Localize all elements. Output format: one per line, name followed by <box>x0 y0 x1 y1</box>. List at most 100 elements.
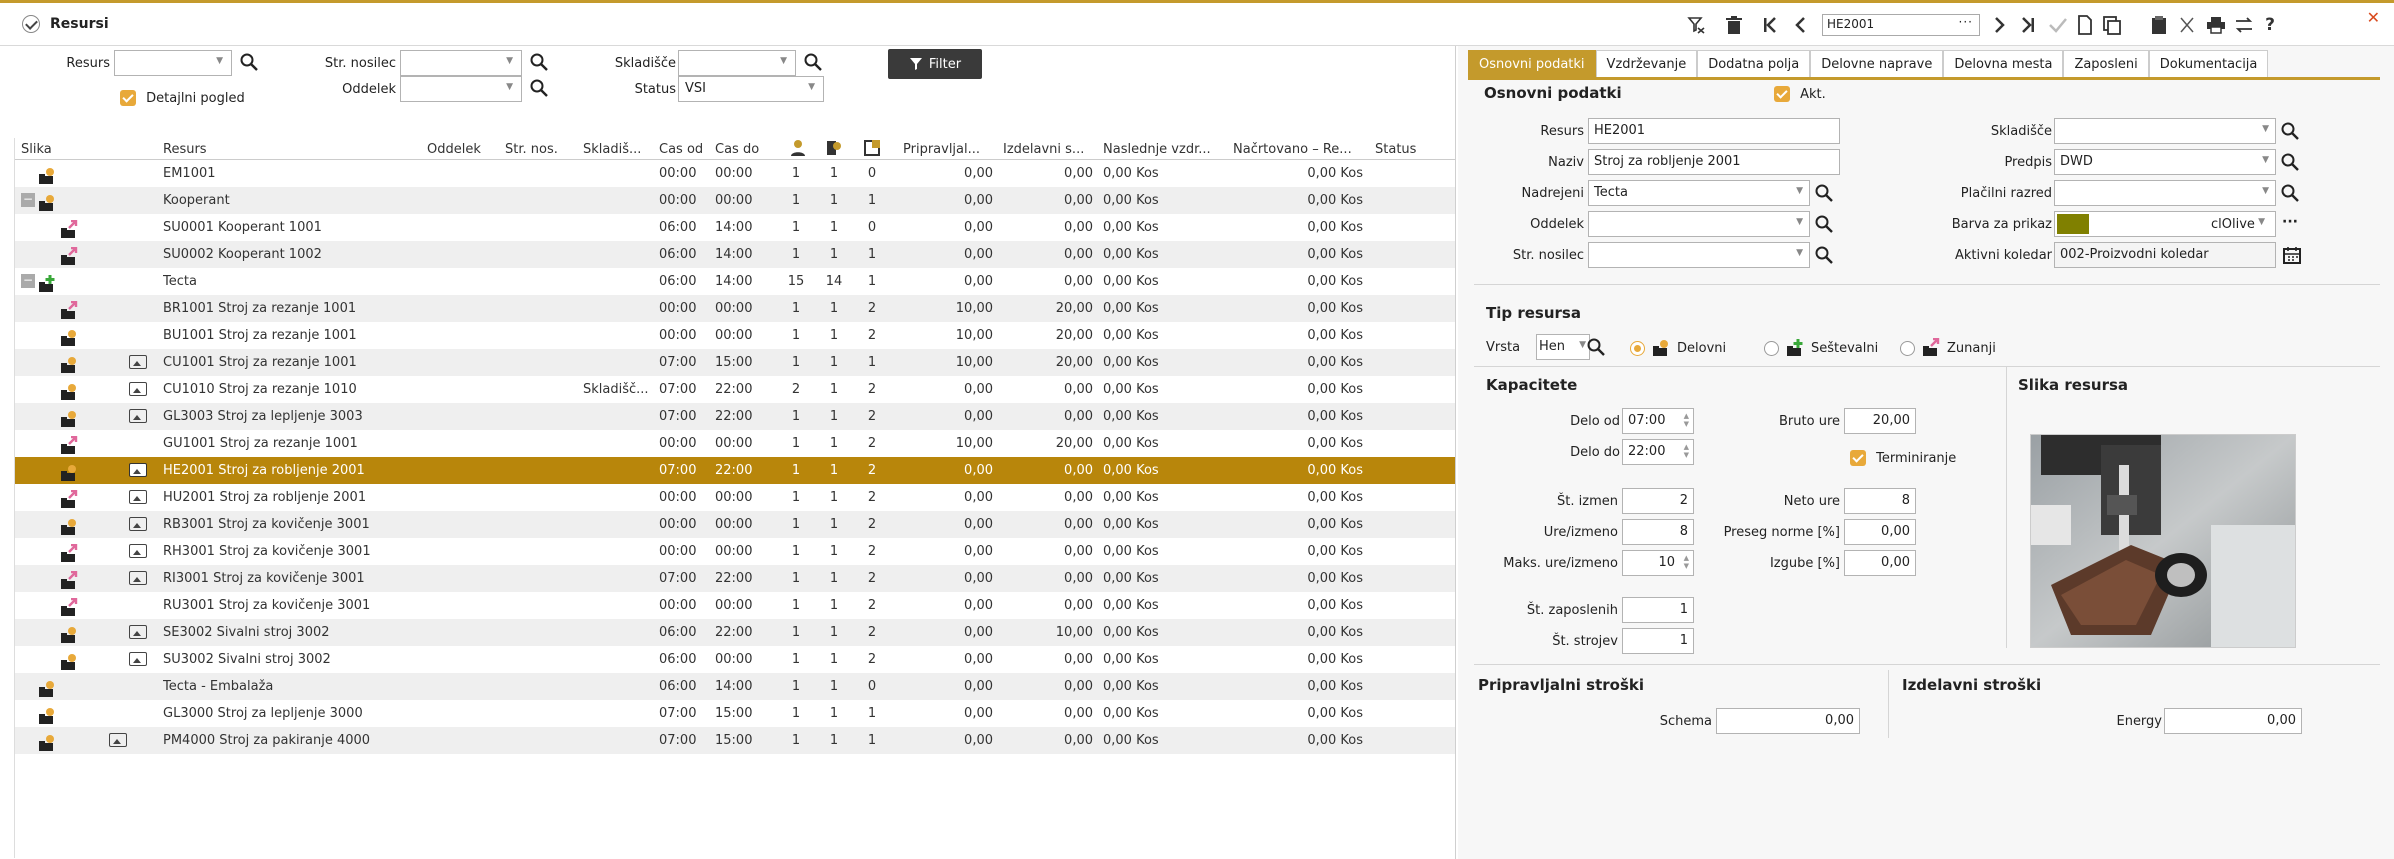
search-icon[interactable] <box>1586 337 1606 357</box>
table-row[interactable]: BR1001 Stroj za rezanje 1001 00:00 00:00 1 1… <box>15 295 1455 322</box>
calendar-icon[interactable] <box>2282 245 2302 265</box>
table-row[interactable]: GL3003 Stroj za lepljenje 3003 07:00 22:00… <box>15 403 1455 430</box>
table-row[interactable]: PM4000 Stroj za pakiranje 4000 07:00 15:00… <box>15 727 1455 754</box>
radio-selected-icon[interactable] <box>1630 340 1645 356</box>
chevron-down-icon[interactable]: ▼ <box>1579 340 1586 350</box>
first-record-icon[interactable] <box>1760 11 1780 39</box>
help-icon[interactable]: ? <box>2260 11 2280 39</box>
radio-delovni[interactable]: Delovni <box>1630 338 1726 358</box>
vrsta-field[interactable]: Hen ▼ <box>1536 334 1590 360</box>
col-cas-od[interactable]: Čas od <box>659 142 711 157</box>
table-row[interactable]: CU1010 Stroj za rezanje 1010 Skladišč... 0… <box>15 376 1455 403</box>
tab-zaposleni[interactable]: Zaposleni <box>2063 50 2149 77</box>
chevron-down-icon[interactable]: ▼ <box>1796 217 1803 227</box>
chevron-down-icon[interactable]: ▼ <box>2258 217 2265 227</box>
detajlni-pogled-checkbox[interactable]: Detajlni pogled <box>120 90 245 106</box>
collapse-icon[interactable]: − <box>21 274 35 288</box>
filter-oddelek-input[interactable]: ▼ <box>400 76 548 102</box>
chevron-down-icon[interactable]: ▼ <box>2262 124 2269 134</box>
tab-dokumentacija[interactable]: Dokumentacija <box>2148 50 2269 77</box>
checkbox-checked-icon[interactable] <box>1850 450 1866 466</box>
col-status[interactable]: Status <box>1375 142 1435 157</box>
nadrejeni-field[interactable]: Tecta ▼ <box>1588 180 1810 206</box>
tab-delovna-mesta[interactable]: Delovna mesta <box>1943 50 2064 77</box>
col-nacrtovano[interactable]: Načrtovano – Re... <box>1233 142 1357 157</box>
aktivni-koledar-field[interactable]: 002-Proizvodni koledar <box>2054 242 2276 268</box>
maks-ure-field[interactable]: 10 ▲ ▼ <box>1622 550 1694 576</box>
image-icon[interactable] <box>129 382 147 396</box>
st-zaposlenih-field[interactable]: 1 <box>1622 597 1694 623</box>
schema-field[interactable]: 0,00 <box>1716 708 1860 734</box>
table-row[interactable]: CU1001 Stroj za rezanje 1001 07:00 15:00 1 1… <box>15 349 1455 376</box>
spinner-icon[interactable]: ▲ ▼ <box>1684 443 1689 459</box>
transfer-icon[interactable] <box>2232 11 2256 39</box>
bruto-ure-field[interactable]: 20,00 <box>1844 408 1916 434</box>
next-record-icon[interactable] <box>1990 11 2010 39</box>
search-icon[interactable] <box>803 52 823 72</box>
terminiranje-checkbox[interactable]: Terminiranje <box>1850 450 1956 466</box>
search-icon[interactable] <box>1814 214 1834 234</box>
chevron-down-icon[interactable]: ▼ <box>1796 186 1803 196</box>
izgube-field[interactable]: 0,00 <box>1844 550 1916 576</box>
chevron-down-icon[interactable]: ▼ <box>2262 155 2269 165</box>
col-str-nos[interactable]: Str. nos. <box>505 142 575 157</box>
image-icon[interactable] <box>129 517 147 531</box>
table-row[interactable]: SU0002 Kooperant 1002 06:00 14:00 1 1 1 0,00 0,… <box>15 241 1455 268</box>
preseg-norme-field[interactable]: 0,00 <box>1844 519 1916 545</box>
energy-field[interactable]: 0,00 <box>2164 708 2302 734</box>
col-shift-icon[interactable] <box>863 139 883 161</box>
chevron-down-icon[interactable]: ▼ <box>780 56 787 66</box>
spinner-icon[interactable]: ▲ ▼ <box>1684 412 1689 428</box>
previous-record-icon[interactable] <box>1790 11 1810 39</box>
print-icon[interactable] <box>2204 11 2228 39</box>
search-icon[interactable] <box>2280 152 2300 172</box>
chevron-down-icon[interactable]: ▼ <box>506 82 513 92</box>
search-icon[interactable] <box>1814 245 1834 265</box>
search-icon[interactable] <box>2280 121 2300 141</box>
akt-checkbox[interactable]: Akt. <box>1774 86 1826 102</box>
str-nosilec-field[interactable]: ▼ <box>1588 242 1810 268</box>
tab-vzdrzevanje[interactable]: Vzdrževanje <box>1595 50 1698 77</box>
predpis-field[interactable]: DWD ▼ <box>2054 149 2276 175</box>
oddelek-field[interactable]: ▼ <box>1588 211 1810 237</box>
table-row[interactable]: EM1001 00:00 00:00 1 1 0 0,00 0,00 0,00 Kos 0,00 … <box>15 160 1455 187</box>
search-icon[interactable] <box>239 52 259 72</box>
last-record-icon[interactable] <box>2018 11 2038 39</box>
search-icon[interactable] <box>2280 183 2300 203</box>
search-icon[interactable] <box>529 78 549 98</box>
ure-izmeno-field[interactable]: 8 <box>1622 519 1694 545</box>
tab-dodatna-polja[interactable]: Dodatna polja <box>1697 50 1811 77</box>
delete-icon[interactable] <box>1722 11 1746 39</box>
chevron-down-icon[interactable]: ▼ <box>506 56 513 66</box>
cut-icon[interactable] <box>2176 11 2198 39</box>
chevron-down-icon[interactable]: ▼ <box>216 56 223 66</box>
col-slika[interactable]: Slika <box>21 142 81 157</box>
st-strojev-field[interactable]: 1 <box>1622 628 1694 654</box>
col-pripravljalni[interactable]: Pripravljal... <box>903 142 991 157</box>
table-row[interactable]: RB3001 Stroj za kovičenje 3001 00:00 00:00… <box>15 511 1455 538</box>
image-icon[interactable] <box>109 733 127 747</box>
table-row[interactable]: HU2001 Stroj za robljenje 2001 00:00 00:00… <box>15 484 1455 511</box>
filter-resurs-input[interactable]: ▼ <box>114 50 258 76</box>
image-icon[interactable] <box>129 463 147 477</box>
image-icon[interactable] <box>129 355 147 369</box>
delo-do-field[interactable]: 22:00 ▲ ▼ <box>1622 439 1694 465</box>
checkbox-checked-icon[interactable] <box>1774 86 1790 102</box>
clipboard-icon[interactable] <box>2148 11 2170 39</box>
more-icon[interactable]: ··· <box>2282 214 2298 230</box>
tab-osnovni-podatki[interactable]: Osnovni podatki <box>1468 50 1596 77</box>
col-cas-do[interactable]: Čas do <box>715 142 767 157</box>
search-icon[interactable] <box>1814 183 1834 203</box>
chevron-down-icon[interactable]: ▼ <box>1796 248 1803 258</box>
radio-unselected-icon[interactable] <box>1764 340 1779 356</box>
st-izmen-field[interactable]: 2 <box>1622 488 1694 514</box>
neto-ure-field[interactable]: 8 <box>1844 488 1916 514</box>
image-icon[interactable] <box>129 625 147 639</box>
close-icon[interactable]: ✕ <box>2367 8 2380 27</box>
col-oddelek[interactable]: Oddelek <box>427 142 497 157</box>
col-machine-icon[interactable] <box>825 139 845 161</box>
skladisce-field[interactable]: ▼ <box>2054 118 2276 144</box>
new-document-icon[interactable] <box>2074 11 2096 39</box>
image-icon[interactable] <box>129 490 147 504</box>
copy-icon[interactable] <box>2100 11 2124 39</box>
